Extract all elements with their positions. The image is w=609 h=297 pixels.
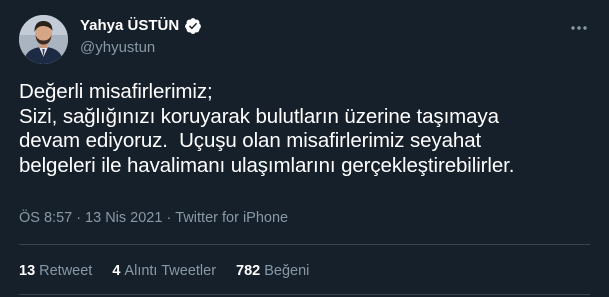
retweets-stat[interactable]: 13 Retweet: [19, 262, 92, 280]
author-handle[interactable]: @yhyustun: [80, 39, 155, 57]
tweet-meta: ÖS 8:57 · 13 Nis 2021 · Twitter for iPho…: [19, 209, 288, 227]
tweet-time[interactable]: ÖS 8:57: [19, 209, 72, 227]
more-options-icon[interactable]: [567, 16, 591, 40]
author-display-name[interactable]: Yahya ÜSTÜN: [80, 17, 179, 35]
verified-badge-icon: [184, 17, 202, 35]
quote-tweets-label: Alıntı Tweetler: [124, 263, 217, 279]
author-name-row[interactable]: Yahya ÜSTÜN: [80, 17, 202, 35]
tweet-text: Değerli misafirlerimiz; Sizi, sağlığınız…: [19, 80, 515, 177]
likes-count: 782: [236, 263, 261, 279]
meta-separator: ·: [76, 210, 82, 226]
divider: [19, 294, 590, 295]
likes-label: Beğeni: [264, 263, 310, 279]
likes-stat[interactable]: 782 Beğeni: [236, 262, 309, 280]
quote-tweets-count: 4: [112, 263, 121, 279]
tweet-stats: 13 Retweet 4 Alıntı Tweetler 782 Beğeni: [19, 262, 309, 280]
tweet-card: Yahya ÜSTÜN @yhyustun Değerli misafirler…: [0, 0, 609, 297]
retweets-count: 13: [19, 263, 36, 279]
meta-separator: ·: [166, 210, 172, 226]
retweets-label: Retweet: [39, 263, 93, 279]
avatar[interactable]: [19, 15, 68, 64]
quote-tweets-stat[interactable]: 4 Alıntı Tweetler: [112, 262, 216, 280]
tweet-date[interactable]: 13 Nis 2021: [85, 209, 162, 227]
divider: [19, 244, 590, 245]
avatar-image: [19, 15, 68, 64]
tweet-source[interactable]: Twitter for iPhone: [175, 209, 288, 227]
